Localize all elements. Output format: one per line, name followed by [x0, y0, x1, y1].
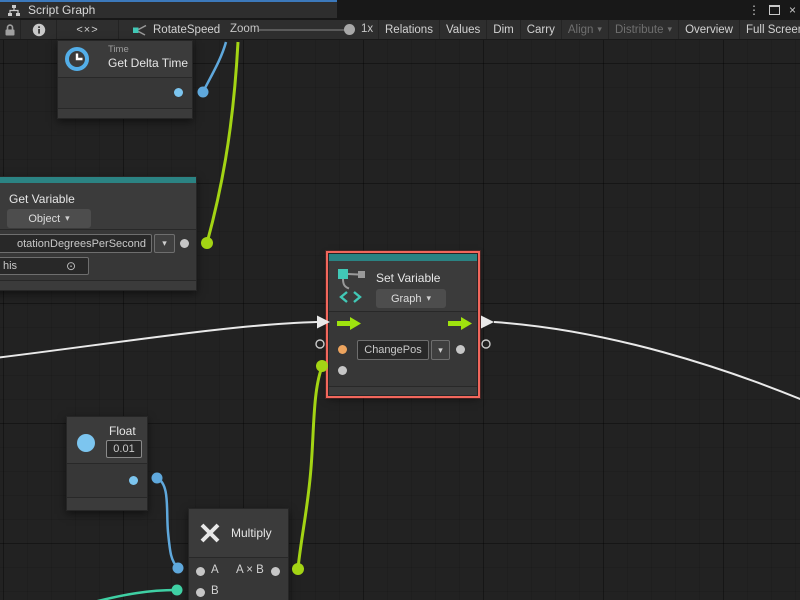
menu-icon[interactable]: ⋮ [748, 0, 760, 20]
toolbar-button-values[interactable]: Values [439, 20, 486, 39]
variable-scope-dropdown[interactable]: Object ▾ [7, 209, 91, 228]
close-icon[interactable]: × [789, 0, 796, 20]
tab-script-graph[interactable]: Script Graph [0, 0, 337, 18]
node-category: Time [108, 44, 129, 55]
graph-icon [7, 4, 21, 17]
port-input-b[interactable] [196, 588, 205, 597]
variable-name-field[interactable]: ChangePos [357, 340, 429, 360]
flow-input-port[interactable] [337, 317, 361, 330]
chevron-down-icon: ▾ [65, 213, 70, 224]
node-float[interactable]: Float 0.01 [66, 416, 148, 511]
variable-scope-dropdown[interactable]: Graph ▾ [376, 289, 446, 308]
graph-node-icon [133, 23, 147, 37]
port-input-fallback[interactable] [338, 366, 347, 375]
toolbar-button-dim[interactable]: Dim [486, 20, 519, 39]
node-get-variable[interactable]: Get Variable Object ▾ otationDegreesPerS… [0, 176, 197, 291]
port-input-value[interactable] [338, 345, 347, 354]
info-icon [32, 23, 46, 37]
chevron-down-icon: ▾ [162, 238, 167, 249]
node-footer [329, 387, 477, 395]
toolbar-button-overview[interactable]: Overview [678, 20, 739, 39]
toolbar-button-full-screen[interactable]: Full Screen [739, 20, 800, 39]
tab-title: Script Graph [28, 3, 95, 17]
port-label-a: A [211, 564, 219, 576]
object-picker-icon[interactable]: ⊙ [66, 259, 76, 273]
port-label-b: B [211, 585, 219, 597]
node-title: Get Variable [9, 192, 75, 206]
node-set-variable[interactable]: Set Variable Graph ▾ ChangePos ▾ [328, 253, 478, 396]
toolbar-button-distribute[interactable]: Distribute▾ [608, 20, 678, 39]
port-input-a[interactable] [196, 567, 205, 576]
breadcrumb-graph-name: RotateSpeed [153, 24, 220, 36]
chevron-down-icon: ▾ [438, 345, 443, 356]
breadcrumb[interactable]: RotateSpeed [133, 20, 220, 39]
variable-name-field[interactable]: otationDegreesPerSecond [0, 234, 152, 253]
node-multiply[interactable]: Multiply A A × B B [188, 508, 289, 600]
window-controls: ⋮ × [748, 0, 796, 20]
port-output-variable-value[interactable] [180, 239, 189, 248]
unity-visual-scripting-window: Script Graph ⋮ × <×> [0, 0, 800, 600]
port-output-value[interactable] [456, 345, 465, 354]
maximize-icon[interactable] [769, 5, 780, 15]
node-accent-bar [329, 254, 477, 261]
zoom-value: 1x [361, 23, 373, 35]
chevron-down-icon: ▾ [427, 293, 432, 304]
zoom-slider[interactable] [259, 29, 351, 31]
tab-bar: Script Graph ⋮ × [0, 0, 800, 20]
lock-icon [4, 23, 16, 37]
node-title: Multiply [231, 526, 272, 540]
info-button[interactable] [21, 20, 57, 39]
node-footer [67, 498, 147, 510]
flow-output-port[interactable] [448, 317, 472, 330]
float-value-input[interactable]: 0.01 [106, 440, 142, 458]
clock-icon [63, 45, 91, 73]
variable-icon [337, 267, 367, 305]
toolbar-button-carry[interactable]: Carry [520, 20, 561, 39]
toolbar-button-relations[interactable]: Relations [378, 20, 439, 39]
code-preview-button[interactable]: <×> [57, 20, 119, 39]
node-footer [0, 281, 196, 290]
port-label-result: A × B [236, 564, 264, 576]
variable-name-dropdown-button[interactable]: ▾ [154, 234, 175, 253]
node-title: Float [109, 424, 136, 438]
target-object-field[interactable]: his ⊙ [0, 257, 89, 275]
port-output-float[interactable] [129, 476, 138, 485]
lock-button[interactable] [0, 20, 21, 39]
toolbar-buttons: Relations Values Dim Carry Align▾ Distri… [378, 20, 800, 39]
node-title: Set Variable [376, 271, 440, 285]
toolbar-button-align[interactable]: Align▾ [561, 20, 608, 39]
chevron-down-icon: ▾ [668, 24, 673, 35]
chevron-down-icon: ▾ [597, 24, 602, 35]
zoom-label: Zoom [230, 23, 259, 35]
port-output-result[interactable] [271, 567, 280, 576]
multiply-icon [198, 521, 222, 545]
port-output-float[interactable] [174, 88, 183, 97]
node-title: Get Delta Time [108, 56, 188, 70]
zoom-slider-handle[interactable] [344, 24, 355, 35]
float-icon [77, 434, 95, 452]
variable-name-dropdown-button[interactable]: ▾ [431, 340, 450, 360]
toolbar: <×> RotateSpeed Zoom 1x Relations Values… [0, 20, 800, 40]
code-icon: <×> [76, 24, 98, 36]
node-get-delta-time[interactable]: Time Get Delta Time [57, 40, 193, 119]
node-footer [58, 109, 192, 118]
